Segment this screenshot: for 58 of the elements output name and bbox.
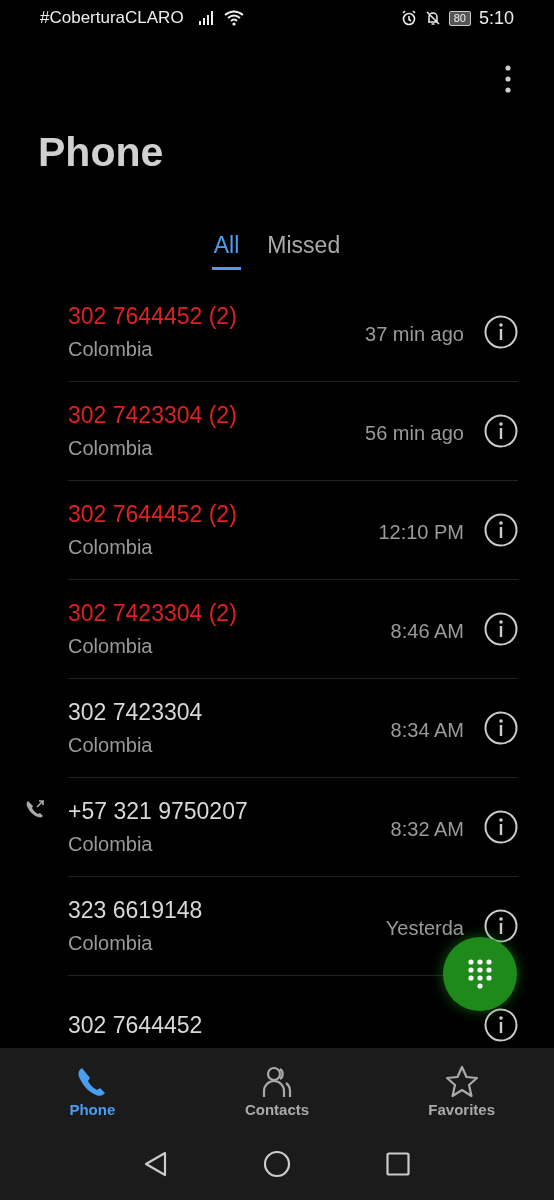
outgoing-call-icon [24,798,46,820]
phone-number: 302 7423304 (2) [68,600,238,627]
call-location: Colombia [68,338,154,361]
call-time: 8:46 AM [390,619,464,643]
recents-icon[interactable] [386,1152,410,1176]
phone-number: 302 7644452 (2) [68,501,238,528]
call-row[interactable]: +57 321 9750207 Colombia 8:32 AM [24,778,518,877]
call-time: 56 min ago [365,421,464,445]
call-time: 37 min ago [365,322,464,346]
nav-tab[interactable]: Contacts [217,1063,337,1119]
info-icon[interactable] [484,513,518,547]
call-row[interactable]: 302 7423304 (2) Colombia 8:46 AM [24,580,518,679]
more-menu-icon[interactable] [504,64,512,94]
call-time: 8:32 AM [390,817,464,841]
info-icon[interactable] [484,909,518,943]
call-time: Yesterda [385,916,464,940]
call-location: Colombia [68,734,154,757]
phone-number: 302 7644452 [68,1011,204,1039]
info-icon[interactable] [484,612,518,646]
contacts-icon [260,1064,294,1099]
info-icon[interactable] [484,711,518,745]
nav-tab[interactable]: Phone [32,1063,153,1119]
call-row[interactable]: 302 7423304 Colombia 8:34 AM [24,679,518,778]
call-location: Colombia [68,833,154,856]
tab[interactable]: All [211,228,242,270]
tab[interactable]: Missed [265,228,343,270]
muted-bell-icon [424,10,441,26]
call-time: 8:34 AM [390,718,464,742]
battery-level: 80 [448,10,471,26]
dialpad-icon [465,959,495,989]
alarm-icon [400,10,417,26]
carrier-name: #CoberturaCLARO [40,8,184,28]
phone-number: 323 6619148 [68,897,204,924]
call-row[interactable]: 302 7644452 (2) Colombia 37 min ago [24,283,518,382]
call-location: Colombia [68,437,154,460]
call-row[interactable]: 302 7644452 (2) Colombia 12:10 PM [24,481,518,580]
page-title: Phone [38,128,165,177]
clock-time: 5:10 [478,7,514,29]
call-location: Colombia [68,536,154,559]
info-icon[interactable] [484,810,518,844]
call-location: Colombia [68,635,154,658]
nav-tab[interactable]: Favorites [401,1063,522,1119]
dialpad-button[interactable] [443,937,517,1011]
back-icon[interactable] [144,1151,168,1177]
phone-number: +57 321 9750207 [68,798,249,825]
phone-number: 302 7644452 (2) [68,303,238,330]
phone-number: 302 7423304 [68,699,204,726]
signal-icon [197,11,216,25]
info-icon[interactable] [484,1008,518,1042]
star-icon [444,1064,479,1099]
call-row[interactable]: 302 7423304 (2) Colombia 56 min ago [24,382,518,481]
info-icon[interactable] [484,315,518,349]
home-icon[interactable] [263,1150,291,1178]
phone-number: 302 7423304 (2) [68,402,238,429]
info-icon[interactable] [484,414,518,448]
wifi-icon [223,10,244,26]
call-time: 12:10 PM [378,520,464,544]
call-location: Colombia [68,932,154,955]
